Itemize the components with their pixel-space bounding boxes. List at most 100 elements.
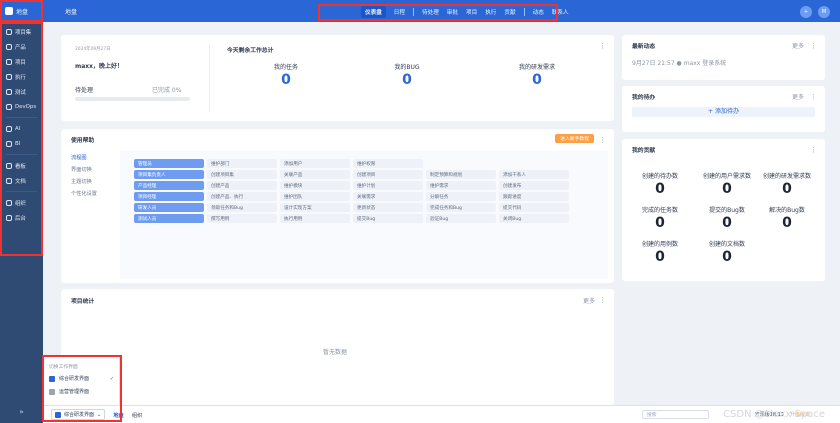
- execution-icon: [6, 73, 12, 80]
- step: 维护模块: [280, 181, 350, 190]
- stat-value: 0: [655, 181, 665, 197]
- my-bugs-count[interactable]: 0: [387, 72, 427, 88]
- tab-dashboard[interactable]: 仪表盘: [361, 5, 386, 18]
- sidebar-item-ai[interactable]: AI: [0, 121, 43, 136]
- rd-ui-icon: [55, 411, 61, 418]
- sidebar-item-project[interactable]: 项目: [0, 54, 43, 69]
- step: 关联需求: [353, 192, 423, 201]
- tab-contribution[interactable]: 贡献: [504, 8, 515, 16]
- sidebar-item-test[interactable]: 测试: [0, 84, 43, 99]
- doc-icon: [6, 177, 12, 184]
- completion-progress: [75, 97, 190, 101]
- sidebar-item-doc[interactable]: 文档: [0, 173, 43, 188]
- step: 维护计划: [353, 181, 423, 190]
- sidebar-item-program[interactable]: 项目集: [0, 24, 43, 39]
- logo[interactable]: 地盘: [0, 0, 43, 22]
- popup-title: 切换工作界面: [49, 365, 78, 370]
- ui-switch-button[interactable]: 综合研发界面 ⌄: [51, 409, 106, 420]
- step: 更新状态: [353, 203, 423, 212]
- done-label: 已完成 0%: [152, 87, 182, 94]
- help-tab-ui-switch[interactable]: 界面切换: [71, 166, 97, 178]
- more-icon[interactable]: ⋮: [599, 42, 606, 50]
- step: 提交Bug: [353, 214, 423, 223]
- project-stats-more[interactable]: 更多: [583, 296, 595, 305]
- double-arrow-icon[interactable]: »: [0, 408, 43, 416]
- sidebar-item-execution[interactable]: 执行: [0, 69, 43, 84]
- more-icon[interactable]: ⋮: [599, 136, 606, 144]
- footer-link-org[interactable]: 组织: [132, 411, 143, 419]
- help-left-menu: 流程图 界面切换 主题切换 个性化设置: [71, 154, 97, 202]
- step: 维护团队: [280, 192, 350, 201]
- sidebar-item-admin[interactable]: 后台: [0, 210, 43, 225]
- tab-project[interactable]: 项目: [466, 8, 477, 16]
- help-tab-personalize[interactable]: 个性化设置: [71, 190, 97, 202]
- more-icon[interactable]: ⋮: [810, 146, 817, 154]
- tab-activity[interactable]: 动态: [533, 8, 544, 16]
- add-todo-button[interactable]: + 添加待办: [632, 107, 815, 117]
- search-input[interactable]: 搜索: [642, 410, 709, 419]
- role-project-manager: 项目经理: [134, 192, 204, 201]
- stat-value: 0: [722, 181, 732, 197]
- sidebar-item-label: DevOps: [15, 103, 37, 110]
- role-tester: 测试人员: [134, 214, 204, 223]
- tab-execution[interactable]: 执行: [485, 8, 496, 16]
- tab-contacts[interactable]: 联系人: [552, 8, 569, 16]
- tab-pending[interactable]: 待处理: [422, 8, 439, 16]
- top-right-actions: + M: [800, 6, 830, 18]
- sidebar-item-bi[interactable]: BI: [0, 136, 43, 151]
- sidebar-item-label: 执行: [15, 74, 26, 81]
- sidebar-item-kanban[interactable]: 看板: [0, 158, 43, 173]
- help-tab-theme[interactable]: 主题切换: [71, 178, 97, 190]
- my-todo-more[interactable]: 更多: [792, 92, 804, 101]
- welcome-greeting: maxx，晚上好！: [75, 63, 124, 70]
- tab-divider: [523, 7, 525, 16]
- my-tasks-count[interactable]: 0: [266, 72, 306, 88]
- help-tab-flowchart[interactable]: 流程图: [71, 154, 97, 166]
- ui-option-rd[interactable]: 综合研发界面 ✓: [49, 375, 114, 382]
- activity-entry[interactable]: 9月27日 21:57 ● maxx 登录系统: [632, 58, 726, 67]
- role-developer: 研发人员: [134, 203, 204, 212]
- step: 跟踪进度: [499, 192, 569, 201]
- stat-value: 0: [722, 249, 732, 265]
- step: 分解任务: [426, 192, 496, 201]
- topbar: 地盘 仪表盘 日程 待处理 审批 项目 执行 贡献 动态 联系人 + M: [43, 0, 840, 22]
- welcome-divider: [209, 45, 210, 111]
- top-tabs: 仪表盘 日程 待处理 审批 项目 执行 贡献 动态 联系人: [361, 5, 569, 18]
- tab-calendar[interactable]: 日程: [394, 8, 405, 16]
- watermark: CSDN @Maxx Space: [723, 409, 825, 420]
- devops-icon: [6, 103, 12, 110]
- todo-label: 待处理: [75, 87, 94, 94]
- more-icon[interactable]: ⋮: [810, 42, 817, 50]
- step: 创建产品: [207, 181, 277, 190]
- bi-icon: [6, 140, 12, 147]
- stat-value: 0: [722, 215, 732, 231]
- latest-more[interactable]: 更多: [792, 41, 804, 50]
- sidebar-item-label: BI: [15, 140, 21, 147]
- ui-option-ops[interactable]: 运营管理界面: [49, 388, 114, 395]
- sidebar-item-label: 产品: [15, 44, 26, 51]
- product-icon: [6, 43, 12, 50]
- breadcrumb-home[interactable]: 地盘: [65, 7, 77, 16]
- tutorial-button[interactable]: 进入新手教程: [555, 134, 594, 143]
- avatar[interactable]: M: [818, 6, 830, 18]
- project-icon: [6, 58, 12, 65]
- sidebar-home-label: 地盘: [16, 8, 29, 16]
- step: 创建项目集: [207, 170, 277, 179]
- step: 撰写用例: [207, 214, 277, 223]
- sidebar-item-org[interactable]: 组织: [0, 195, 43, 210]
- my-stories-count[interactable]: 0: [512, 72, 562, 88]
- add-icon[interactable]: +: [800, 6, 812, 18]
- my-stories-label: 我的研发需求: [518, 64, 555, 71]
- ui-option-label: 运营管理界面: [59, 389, 90, 395]
- sidebar-item-label: 后台: [15, 215, 26, 222]
- step: 提交代码: [499, 203, 569, 212]
- stat-value: 0: [655, 215, 665, 231]
- more-icon[interactable]: ⋮: [599, 296, 606, 304]
- footer-link-home[interactable]: 地盘: [113, 411, 124, 419]
- tab-approval[interactable]: 审批: [447, 8, 458, 16]
- admin-icon: [6, 214, 12, 221]
- bottom-bar: 综合研发界面 ⌄ 地盘 组织 搜索 开源版18.13 升级版本: [43, 405, 840, 423]
- sidebar-item-product[interactable]: 产品: [0, 39, 43, 54]
- more-icon[interactable]: ⋮: [810, 93, 817, 101]
- sidebar-item-devops[interactable]: DevOps: [0, 99, 43, 114]
